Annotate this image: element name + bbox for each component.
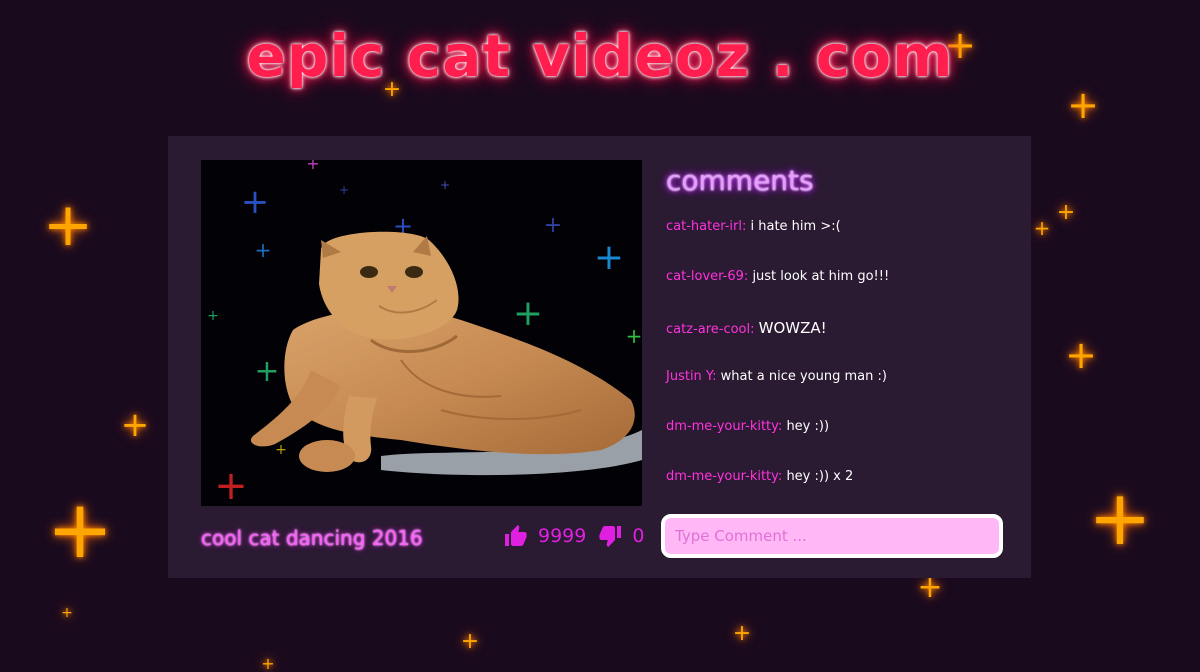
comment-user[interactable]: cat-lover-69: [666, 269, 748, 284]
comment-item: cat-hater-irl: i hate him >:( [666, 219, 1006, 269]
video-player[interactable]: + + + + + + + + + + + + + + + [201, 160, 642, 506]
comments-heading: comments [666, 164, 814, 197]
comment-text: hey :)) [786, 419, 830, 434]
thumbs-up-icon[interactable] [504, 524, 528, 548]
sparkle-icon: + [1033, 216, 1051, 240]
sparkle-icon: + [61, 605, 73, 621]
video-title: cool cat dancing 2016 [201, 526, 423, 550]
comment-text: just look at him go!!! [752, 269, 890, 284]
comment-text: hey :)) x 2 [786, 469, 854, 484]
comment-input[interactable] [661, 514, 1003, 558]
sparkle-icon: + [1067, 83, 1099, 127]
sparkle-icon: + [1065, 333, 1097, 377]
comment-item: cat-lover-69: just look at him go!!! [666, 269, 1006, 319]
sparkle-icon: + [42, 190, 94, 260]
sparkle-icon: + [261, 654, 275, 672]
comment-user[interactable]: Justin Y: [666, 369, 717, 384]
site-title: epic cat videoz . com [246, 22, 954, 90]
comment-item: dm-me-your-kitty: hey :)) [666, 419, 1006, 469]
dislike-count: 0 [632, 525, 645, 547]
like-count: 9999 [538, 525, 587, 547]
comment-user[interactable]: catz-are-cool: [666, 322, 755, 337]
comment-text: WOWZA! [758, 319, 827, 337]
thumbs-down-icon[interactable] [598, 524, 622, 548]
cat-image [250, 231, 642, 476]
rating-bar: 9999 0 [504, 524, 644, 548]
sparkle-icon: + [120, 405, 150, 445]
comment-item: Justin Y: what a nice young man :) [666, 369, 1006, 419]
sparkle-icon: + [1056, 200, 1076, 225]
comment-item: dm-me-your-kitty: hey :)) x 2 [666, 469, 1006, 519]
comment-text: what a nice young man :) [720, 369, 887, 384]
comment-user[interactable]: cat-hater-irl: [666, 219, 746, 234]
sparkle-icon: + [460, 629, 480, 654]
comment-item: catz-are-cool: WOWZA! [666, 319, 1006, 369]
comment-text: i hate him >:( [750, 219, 841, 234]
comments-section: comments cat-hater-irl: i hate him >:( c… [666, 164, 1006, 519]
sparkle-icon: + [46, 483, 114, 576]
sparkle-icon: + [1088, 473, 1152, 562]
comment-user[interactable]: dm-me-your-kitty: [666, 419, 782, 434]
video-panel: + + + + + + + + + + + + + + + [168, 136, 1031, 578]
comment-user[interactable]: dm-me-your-kitty: [666, 469, 782, 484]
sparkle-icon: + [732, 621, 752, 646]
